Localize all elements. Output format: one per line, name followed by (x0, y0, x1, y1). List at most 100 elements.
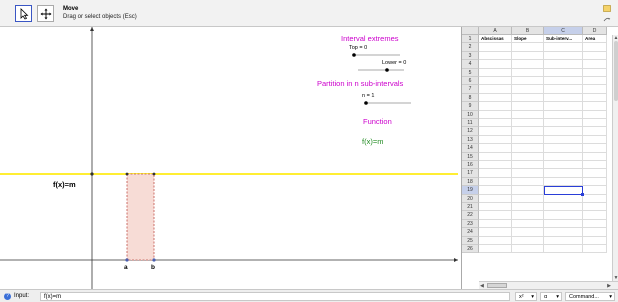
row-header-6[interactable]: 6 (462, 77, 479, 86)
row-header-17[interactable]: 17 (462, 169, 479, 178)
row-header-19[interactable]: 19 (462, 186, 479, 195)
cell-d15[interactable] (583, 152, 607, 161)
cell-c26[interactable] (544, 245, 583, 254)
cell-a1[interactable]: Abscissas (479, 35, 512, 44)
cell-b12[interactable] (512, 127, 544, 136)
cell-b22[interactable] (512, 211, 544, 220)
row-header-18[interactable]: 18 (462, 177, 479, 187)
cell-b21[interactable] (512, 203, 544, 212)
column-header-b[interactable]: B (512, 27, 544, 35)
cell-c25[interactable] (544, 236, 583, 245)
row-header-26[interactable]: 26 (462, 245, 479, 254)
cell-c24[interactable] (544, 228, 583, 237)
row-header-5[interactable]: 5 (462, 68, 479, 77)
cell-a2[interactable] (479, 43, 512, 52)
active-cell-c19[interactable] (544, 186, 584, 196)
cell-b4[interactable] (512, 60, 544, 69)
cell-c14[interactable] (544, 144, 583, 153)
cell-d9[interactable] (583, 102, 607, 111)
move-tool-button[interactable] (15, 5, 32, 22)
cell-c11[interactable] (544, 119, 583, 128)
move-graphics-view-tool-button[interactable] (37, 5, 54, 22)
cell-d20[interactable] (583, 194, 607, 203)
cell-b6[interactable] (512, 77, 544, 86)
row-header-24[interactable]: 24 (462, 228, 479, 237)
row-header-7[interactable]: 7 (462, 85, 479, 94)
cell-d26[interactable] (583, 245, 607, 254)
cell-a17[interactable] (479, 169, 512, 178)
command-dropdown[interactable]: Command... ▾ (565, 292, 615, 301)
row-header-12[interactable]: 12 (462, 127, 479, 136)
cell-b10[interactable] (512, 110, 544, 119)
cell-a20[interactable] (479, 194, 512, 203)
row-header-3[interactable]: 3 (462, 51, 479, 61)
cell-d3[interactable] (583, 51, 607, 61)
cell-d19[interactable] (583, 186, 607, 195)
cell-d23[interactable] (583, 219, 607, 229)
fill-handle[interactable] (581, 192, 584, 196)
vertical-scrollbar[interactable]: ▲ ▼ (612, 35, 618, 281)
horizontal-scrollbar[interactable]: ◀ ▶ (479, 281, 618, 289)
cell-d8[interactable] (583, 93, 607, 103)
cell-d21[interactable] (583, 203, 607, 212)
row-header-2[interactable]: 2 (462, 43, 479, 52)
undo-icon[interactable] (603, 5, 611, 12)
cell-b19[interactable] (512, 186, 544, 195)
cell-a5[interactable] (479, 68, 512, 77)
cell-a26[interactable] (479, 245, 512, 254)
redo-icon[interactable] (603, 16, 611, 23)
cell-d12[interactable] (583, 127, 607, 136)
help-icon[interactable]: ? (4, 293, 11, 300)
cell-a3[interactable] (479, 51, 512, 61)
row-header-16[interactable]: 16 (462, 161, 479, 170)
cell-a6[interactable] (479, 77, 512, 86)
point-b-label[interactable]: b (151, 264, 155, 271)
cell-b8[interactable] (512, 93, 544, 103)
cell-d10[interactable] (583, 110, 607, 119)
cell-d25[interactable] (583, 236, 607, 245)
row-header-23[interactable]: 23 (462, 219, 479, 229)
cell-c6[interactable] (544, 77, 583, 86)
cell-b24[interactable] (512, 228, 544, 237)
cell-c22[interactable] (544, 211, 583, 220)
row-header-4[interactable]: 4 (462, 60, 479, 69)
cell-c15[interactable] (544, 152, 583, 161)
cell-c21[interactable] (544, 203, 583, 212)
cell-c20[interactable] (544, 194, 583, 203)
cell-d6[interactable] (583, 77, 607, 86)
cell-b16[interactable] (512, 161, 544, 170)
cell-c13[interactable] (544, 135, 583, 145)
cell-c18[interactable] (544, 177, 583, 187)
cell-b18[interactable] (512, 177, 544, 187)
cell-d22[interactable] (583, 211, 607, 220)
point-a-label[interactable]: a (124, 264, 128, 271)
cell-c5[interactable] (544, 68, 583, 77)
cell-a8[interactable] (479, 93, 512, 103)
cell-d18[interactable] (583, 177, 607, 187)
cell-b14[interactable] (512, 144, 544, 153)
cell-d13[interactable] (583, 135, 607, 145)
cell-b5[interactable] (512, 68, 544, 77)
row-header-21[interactable]: 21 (462, 203, 479, 212)
cell-a25[interactable] (479, 236, 512, 245)
cell-b1[interactable]: Slope (512, 35, 544, 44)
cell-a15[interactable] (479, 152, 512, 161)
cell-d7[interactable] (583, 85, 607, 94)
cell-c9[interactable] (544, 102, 583, 111)
row-header-25[interactable]: 25 (462, 236, 479, 245)
cell-c16[interactable] (544, 161, 583, 170)
cell-b26[interactable] (512, 245, 544, 254)
cell-b3[interactable] (512, 51, 544, 61)
sheet-corner[interactable] (462, 27, 479, 35)
cell-a16[interactable] (479, 161, 512, 170)
cell-a19[interactable] (479, 186, 512, 195)
cell-d24[interactable] (583, 228, 607, 237)
row-header-11[interactable]: 11 (462, 119, 479, 128)
cell-b13[interactable] (512, 135, 544, 145)
row-header-20[interactable]: 20 (462, 194, 479, 203)
cell-b20[interactable] (512, 194, 544, 203)
cell-c12[interactable] (544, 127, 583, 136)
cell-a7[interactable] (479, 85, 512, 94)
cell-b2[interactable] (512, 43, 544, 52)
column-header-d[interactable]: D (583, 27, 607, 35)
